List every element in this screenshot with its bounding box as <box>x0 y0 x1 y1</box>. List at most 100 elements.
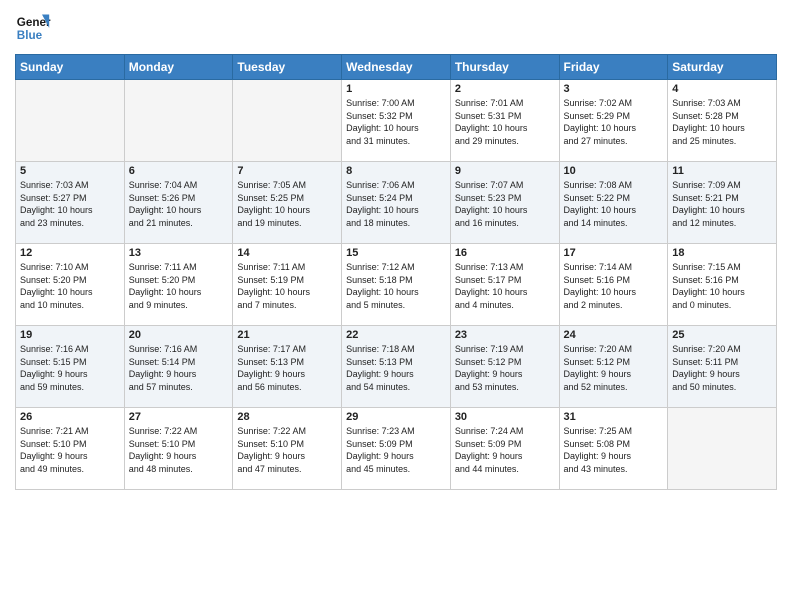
day-number: 1 <box>346 83 446 95</box>
day-info: Sunrise: 7:04 AM Sunset: 5:26 PM Dayligh… <box>129 179 229 229</box>
day-info: Sunrise: 7:00 AM Sunset: 5:32 PM Dayligh… <box>346 97 446 147</box>
day-info: Sunrise: 7:12 AM Sunset: 5:18 PM Dayligh… <box>346 261 446 311</box>
calendar-cell: 26 Sunrise: 7:21 AM Sunset: 5:10 PM Dayli… <box>16 408 125 490</box>
calendar-cell: 24 Sunrise: 7:20 AM Sunset: 5:12 PM Dayli… <box>559 326 668 408</box>
day-info: Sunrise: 7:07 AM Sunset: 5:23 PM Dayligh… <box>455 179 555 229</box>
day-number: 21 <box>237 329 337 341</box>
calendar-cell: 18 Sunrise: 7:15 AM Sunset: 5:16 PM Dayli… <box>668 244 777 326</box>
calendar-cell <box>124 80 233 162</box>
calendar-cell <box>233 80 342 162</box>
calendar-cell: 8 Sunrise: 7:06 AM Sunset: 5:24 PM Daylig… <box>342 162 451 244</box>
day-number: 14 <box>237 247 337 259</box>
logo-icon: General Blue <box>15 10 51 46</box>
day-info: Sunrise: 7:16 AM Sunset: 5:14 PM Dayligh… <box>129 343 229 393</box>
calendar-cell: 20Sunrise: 7:16 AM Sunset: 5:14 PM Dayli… <box>124 326 233 408</box>
day-info: Sunrise: 7:23 AM Sunset: 5:09 PM Dayligh… <box>346 425 446 475</box>
day-info: Sunrise: 7:11 AM Sunset: 5:19 PM Dayligh… <box>237 261 337 311</box>
day-info: Sunrise: 7:19 AM Sunset: 5:12 PM Dayligh… <box>455 343 555 393</box>
day-info: Sunrise: 7:03 AM Sunset: 5:27 PM Dayligh… <box>20 179 120 229</box>
day-number: 11 <box>672 165 772 177</box>
day-info: Sunrise: 7:16 AM Sunset: 5:15 PM Dayligh… <box>20 343 120 393</box>
calendar-cell: 25 Sunrise: 7:20 AM Sunset: 5:11 PM Dayli… <box>668 326 777 408</box>
svg-text:Blue: Blue <box>17 29 43 42</box>
calendar-cell: 13 Sunrise: 7:11 AM Sunset: 5:20 PM Dayli… <box>124 244 233 326</box>
day-info: Sunrise: 7:11 AM Sunset: 5:20 PM Dayligh… <box>129 261 229 311</box>
day-number: 23 <box>455 329 555 341</box>
calendar-cell: 17Sunrise: 7:14 AM Sunset: 5:16 PM Dayli… <box>559 244 668 326</box>
day-number: 27 <box>129 411 229 423</box>
header: General Blue <box>15 10 777 46</box>
day-number: 26 <box>20 411 120 423</box>
calendar-cell: 14 Sunrise: 7:11 AM Sunset: 5:19 PM Dayli… <box>233 244 342 326</box>
calendar-cell: 6 Sunrise: 7:04 AM Sunset: 5:26 PM Daylig… <box>124 162 233 244</box>
day-number: 15 <box>346 247 446 259</box>
weekday-saturday: Saturday <box>668 55 777 80</box>
calendar-table: SundayMondayTuesdayWednesdayThursdayFrid… <box>15 54 777 490</box>
weekday-friday: Friday <box>559 55 668 80</box>
day-info: Sunrise: 7:10 AM Sunset: 5:20 PM Dayligh… <box>20 261 120 311</box>
day-number: 8 <box>346 165 446 177</box>
calendar-cell: 4 Sunrise: 7:03 AM Sunset: 5:28 PM Daylig… <box>668 80 777 162</box>
day-info: Sunrise: 7:22 AM Sunset: 5:10 PM Dayligh… <box>129 425 229 475</box>
day-info: Sunrise: 7:08 AM Sunset: 5:22 PM Dayligh… <box>564 179 664 229</box>
calendar-cell: 1 Sunrise: 7:00 AM Sunset: 5:32 PM Daylig… <box>342 80 451 162</box>
day-number: 25 <box>672 329 772 341</box>
day-number: 29 <box>346 411 446 423</box>
day-number: 2 <box>455 83 555 95</box>
calendar-cell: 10 Sunrise: 7:08 AM Sunset: 5:22 PM Dayli… <box>559 162 668 244</box>
calendar-cell <box>668 408 777 490</box>
day-info: Sunrise: 7:06 AM Sunset: 5:24 PM Dayligh… <box>346 179 446 229</box>
day-info: Sunrise: 7:21 AM Sunset: 5:10 PM Dayligh… <box>20 425 120 475</box>
day-info: Sunrise: 7:15 AM Sunset: 5:16 PM Dayligh… <box>672 261 772 311</box>
week-row-2: 12Sunrise: 7:10 AM Sunset: 5:20 PM Dayli… <box>16 244 777 326</box>
calendar-cell: 11 Sunrise: 7:09 AM Sunset: 5:21 PM Dayli… <box>668 162 777 244</box>
day-info: Sunrise: 7:02 AM Sunset: 5:29 PM Dayligh… <box>564 97 664 147</box>
day-number: 3 <box>564 83 664 95</box>
calendar-cell: 30Sunrise: 7:24 AM Sunset: 5:09 PM Dayli… <box>450 408 559 490</box>
day-info: Sunrise: 7:20 AM Sunset: 5:11 PM Dayligh… <box>672 343 772 393</box>
day-number: 7 <box>237 165 337 177</box>
day-number: 31 <box>564 411 664 423</box>
calendar-cell: 28Sunrise: 7:22 AM Sunset: 5:10 PM Dayli… <box>233 408 342 490</box>
day-number: 17 <box>564 247 664 259</box>
calendar-cell: 21 Sunrise: 7:17 AM Sunset: 5:13 PM Dayli… <box>233 326 342 408</box>
day-info: Sunrise: 7:22 AM Sunset: 5:10 PM Dayligh… <box>237 425 337 475</box>
day-number: 18 <box>672 247 772 259</box>
calendar-cell: 7 Sunrise: 7:05 AM Sunset: 5:25 PM Daylig… <box>233 162 342 244</box>
day-number: 10 <box>564 165 664 177</box>
day-info: Sunrise: 7:03 AM Sunset: 5:28 PM Dayligh… <box>672 97 772 147</box>
day-info: Sunrise: 7:13 AM Sunset: 5:17 PM Dayligh… <box>455 261 555 311</box>
week-row-0: 1 Sunrise: 7:00 AM Sunset: 5:32 PM Daylig… <box>16 80 777 162</box>
week-row-4: 26 Sunrise: 7:21 AM Sunset: 5:10 PM Dayli… <box>16 408 777 490</box>
day-info: Sunrise: 7:18 AM Sunset: 5:13 PM Dayligh… <box>346 343 446 393</box>
day-number: 6 <box>129 165 229 177</box>
calendar-cell: 9 Sunrise: 7:07 AM Sunset: 5:23 PM Daylig… <box>450 162 559 244</box>
day-info: Sunrise: 7:24 AM Sunset: 5:09 PM Dayligh… <box>455 425 555 475</box>
week-row-1: 5 Sunrise: 7:03 AM Sunset: 5:27 PM Daylig… <box>16 162 777 244</box>
calendar-cell: 29 Sunrise: 7:23 AM Sunset: 5:09 PM Dayli… <box>342 408 451 490</box>
day-info: Sunrise: 7:20 AM Sunset: 5:12 PM Dayligh… <box>564 343 664 393</box>
day-number: 5 <box>20 165 120 177</box>
day-info: Sunrise: 7:05 AM Sunset: 5:25 PM Dayligh… <box>237 179 337 229</box>
calendar-cell: 5 Sunrise: 7:03 AM Sunset: 5:27 PM Daylig… <box>16 162 125 244</box>
calendar-cell: 2Sunrise: 7:01 AM Sunset: 5:31 PM Daylig… <box>450 80 559 162</box>
day-info: Sunrise: 7:17 AM Sunset: 5:13 PM Dayligh… <box>237 343 337 393</box>
weekday-wednesday: Wednesday <box>342 55 451 80</box>
logo: General Blue <box>15 10 55 46</box>
calendar-cell: 19 Sunrise: 7:16 AM Sunset: 5:15 PM Dayli… <box>16 326 125 408</box>
day-number: 24 <box>564 329 664 341</box>
day-number: 9 <box>455 165 555 177</box>
calendar-cell: 31 Sunrise: 7:25 AM Sunset: 5:08 PM Dayli… <box>559 408 668 490</box>
weekday-tuesday: Tuesday <box>233 55 342 80</box>
day-number: 16 <box>455 247 555 259</box>
calendar-cell <box>16 80 125 162</box>
calendar-cell: 16 Sunrise: 7:13 AM Sunset: 5:17 PM Dayli… <box>450 244 559 326</box>
day-info: Sunrise: 7:09 AM Sunset: 5:21 PM Dayligh… <box>672 179 772 229</box>
calendar-cell: 22 Sunrise: 7:18 AM Sunset: 5:13 PM Dayli… <box>342 326 451 408</box>
weekday-header-row: SundayMondayTuesdayWednesdayThursdayFrid… <box>16 55 777 80</box>
day-number: 19 <box>20 329 120 341</box>
day-info: Sunrise: 7:25 AM Sunset: 5:08 PM Dayligh… <box>564 425 664 475</box>
day-number: 22 <box>346 329 446 341</box>
day-number: 13 <box>129 247 229 259</box>
day-number: 4 <box>672 83 772 95</box>
